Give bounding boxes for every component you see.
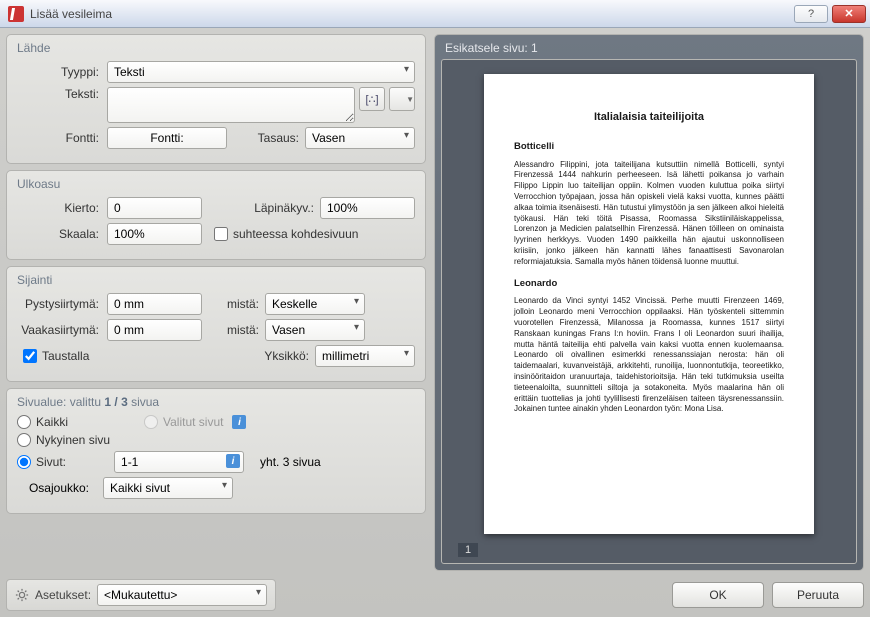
window-title: Lisää vesileima [30, 7, 112, 21]
relative-checkbox-label[interactable]: suhteessa kohdesivuun [214, 227, 358, 241]
align-label: Tasaus: [245, 131, 305, 145]
app-icon [8, 6, 24, 22]
preview-panel: Esikatsele sivu: 1 Italialaisia taiteili… [434, 34, 864, 571]
info-icon[interactable]: i [226, 454, 240, 468]
subset-select[interactable]: Kaikki sivut [103, 477, 233, 499]
unit-label: Yksikkö: [255, 349, 315, 363]
voffset-label: Pystysiirtymä: [17, 297, 107, 311]
settings-bar: Asetukset: <Mukautettu> [6, 579, 276, 611]
doc-subheading: Botticelli [514, 141, 784, 154]
scale-label: Skaala: [17, 227, 107, 241]
doc-paragraph: Leonardo da Vinci syntyi 1452 Vincissä. … [514, 296, 784, 415]
opacity-label: Läpinäkyv.: [245, 201, 320, 215]
range-panel: Sivualue: valittu 1 / 3 sivua Kaikki Val… [6, 388, 426, 514]
doc-paragraph: Alessandro Filippini, jota taiteilijana … [514, 160, 784, 268]
close-button[interactable]: ✕ [832, 5, 866, 23]
subset-label: Osajoukko: [17, 481, 95, 495]
range-all-radio[interactable] [17, 415, 31, 429]
range-selected-radio [144, 415, 158, 429]
align-select[interactable]: Vasen [305, 127, 415, 149]
appearance-title: Ulkoasu [17, 177, 415, 191]
hoffset-input[interactable] [107, 319, 202, 341]
rotation-input[interactable] [107, 197, 202, 219]
hoffset-from-label: mistä: [220, 323, 265, 337]
range-selected-radio-label: Valitut sivut i [144, 415, 246, 429]
settings-select[interactable]: <Mukautettu> [97, 584, 267, 606]
scale-input[interactable] [107, 223, 202, 245]
info-icon[interactable]: i [232, 415, 246, 429]
location-panel: Sijainti Pystysiirtymä: mistä: Keskelle … [6, 266, 426, 382]
type-label: Tyyppi: [17, 65, 107, 79]
more-text-button[interactable]: ▼ [389, 87, 415, 111]
doc-subheading: Leonardo [514, 278, 784, 291]
text-label: Teksti: [17, 87, 107, 101]
range-title: Sivualue: valittu 1 / 3 sivua [17, 395, 415, 409]
range-all-radio-label[interactable]: Kaikki [17, 415, 68, 429]
font-button[interactable]: Fontti: [107, 127, 227, 149]
background-checkbox-label[interactable]: Taustalla [23, 349, 89, 363]
type-select[interactable]: Teksti [107, 61, 415, 83]
range-pages-radio-label[interactable]: Sivut: [17, 455, 66, 469]
insert-field-button[interactable]: [∴] [359, 87, 385, 111]
source-panel: Lähde Tyyppi: Teksti Teksti: [∴] ▼ Fontt… [6, 34, 426, 164]
pages-total: yht. 3 sivua [260, 455, 321, 469]
help-button[interactable]: ? [794, 5, 828, 23]
hoffset-from-select[interactable]: Vasen [265, 319, 365, 341]
preview-area[interactable]: Italialaisia taiteilijoita Botticelli Al… [441, 59, 857, 564]
cancel-button[interactable]: Peruuta [772, 582, 864, 608]
relative-checkbox[interactable] [214, 227, 228, 241]
hoffset-label: Vaakasiirtymä: [17, 323, 107, 337]
opacity-input[interactable] [320, 197, 415, 219]
field-icon: [∴] [365, 93, 378, 106]
font-label: Fontti: [17, 131, 107, 145]
unit-select[interactable]: millimetri [315, 345, 415, 367]
appearance-panel: Ulkoasu Kierto: Läpinäkyv.: Skaala: suht… [6, 170, 426, 260]
ok-button[interactable]: OK [672, 582, 764, 608]
range-pages-radio[interactable] [17, 455, 31, 469]
voffset-input[interactable] [107, 293, 202, 315]
pages-input[interactable] [114, 451, 244, 473]
range-current-radio[interactable] [17, 433, 31, 447]
chevron-down-icon: ▼ [402, 95, 414, 104]
title-bar: Lisää vesileima ? ✕ [0, 0, 870, 28]
doc-heading: Italialaisia taiteilijoita [514, 110, 784, 125]
location-title: Sijainti [17, 273, 415, 287]
preview-page: Italialaisia taiteilijoita Botticelli Al… [484, 74, 814, 534]
source-title: Lähde [17, 41, 415, 55]
background-checkbox[interactable] [23, 349, 37, 363]
preview-title: Esikatsele sivu: 1 [445, 41, 853, 55]
page-number-badge: 1 [458, 543, 478, 557]
range-current-radio-label[interactable]: Nykyinen sivu [17, 433, 110, 447]
gear-icon [15, 588, 29, 602]
voffset-from-label: mistä: [220, 297, 265, 311]
settings-label: Asetukset: [35, 588, 91, 602]
text-input[interactable] [107, 87, 355, 123]
voffset-from-select[interactable]: Keskelle [265, 293, 365, 315]
rotation-label: Kierto: [17, 201, 107, 215]
